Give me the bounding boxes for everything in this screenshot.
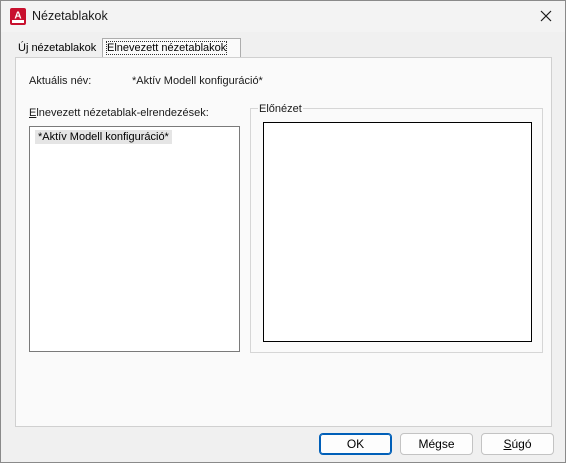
preview-group: Előnézet: [250, 103, 543, 353]
tab-new-viewports-label: Új nézetablakok: [18, 42, 97, 54]
preview-legend: Előnézet: [258, 103, 303, 115]
preview-canvas: [263, 122, 532, 342]
list-item[interactable]: *Aktív Modell konfiguráció*: [35, 130, 172, 144]
ok-button[interactable]: OK: [319, 433, 392, 455]
close-button[interactable]: [535, 6, 557, 26]
tab-named-viewports-label: Elnevezett nézetablakok: [105, 41, 228, 55]
current-name-value: *Aktív Modell konfiguráció*: [132, 75, 263, 87]
svg-text:A: A: [14, 11, 21, 22]
viewports-dialog: A Nézetablakok Új nézetablakok Elnevezet…: [0, 0, 566, 463]
named-viewports-panel: Aktuális név: *Aktív Modell konfiguráció…: [15, 57, 552, 427]
autocad-icon: A: [10, 8, 26, 25]
tab-new-viewports[interactable]: Új nézetablakok: [14, 40, 100, 57]
tab-named-viewports[interactable]: Elnevezett nézetablakok: [102, 38, 241, 57]
viewport-layouts-list[interactable]: *Aktív Modell konfiguráció*: [29, 126, 240, 352]
close-icon: [540, 10, 552, 22]
layouts-list-label: Elnevezett nézetablak-elrendezések:: [29, 107, 209, 119]
current-name-label: Aktuális név:: [29, 75, 92, 87]
title-bar: A Nézetablakok: [1, 1, 565, 32]
cancel-button[interactable]: Mégse: [400, 433, 473, 455]
help-button[interactable]: Súgó: [481, 433, 554, 455]
window-title: Nézetablakok: [32, 9, 108, 23]
